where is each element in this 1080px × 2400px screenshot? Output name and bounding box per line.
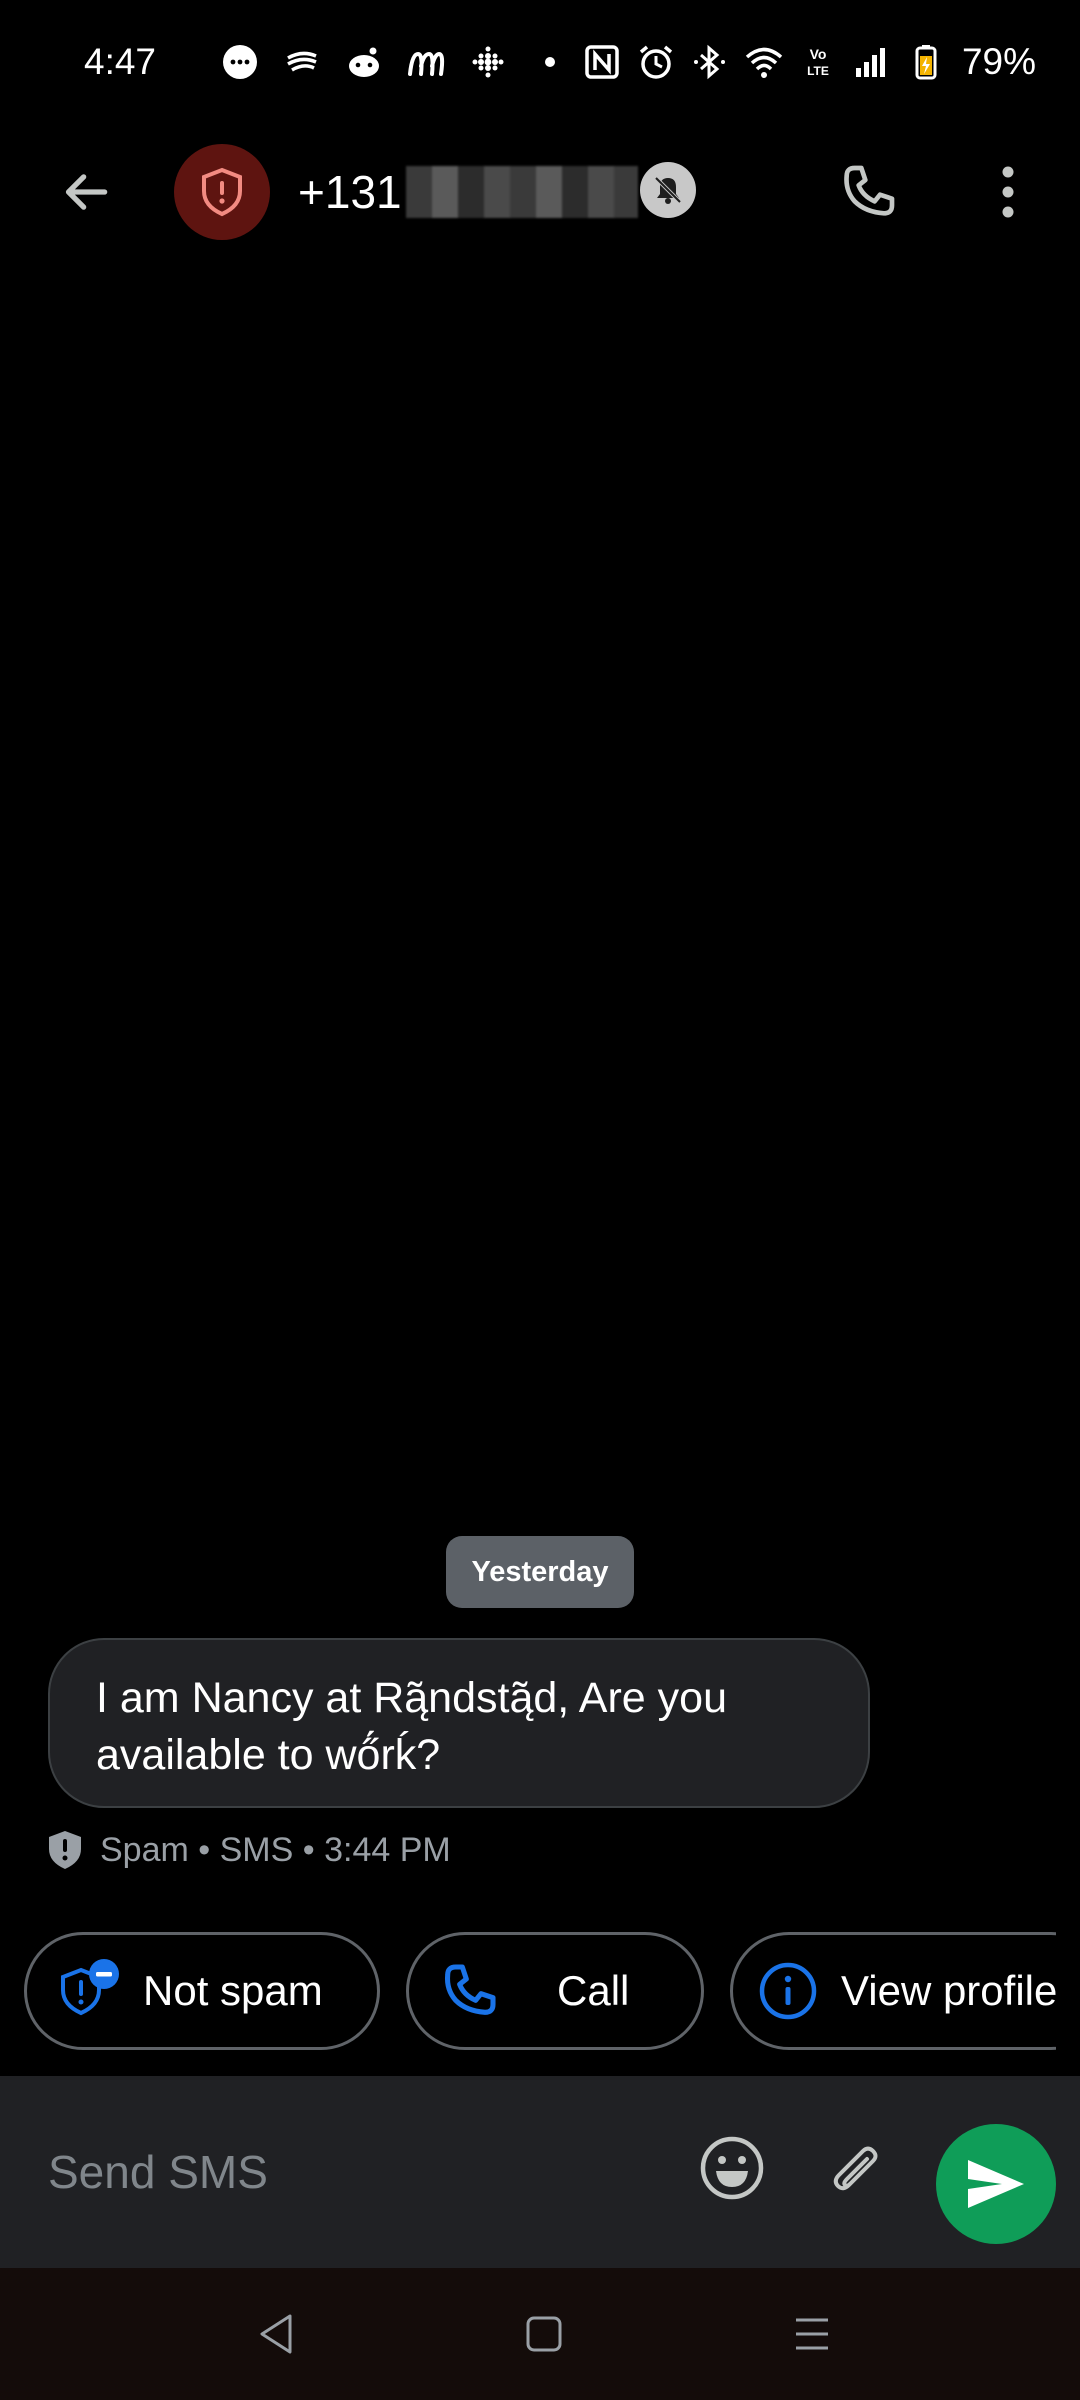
battery-percent: 79% [961,41,1036,82]
not-spam-chip[interactable]: Not spam [24,1932,380,2050]
nav-back-button[interactable] [244,2302,308,2366]
suggestion-chips: Not spam Call View profile [24,1932,1056,2050]
date-separator: Yesterday [446,1536,634,1608]
redacted-area [405,166,638,218]
shield-minus-icon [61,1959,119,2016]
compose-bar [0,2076,1080,2268]
status-right: Vo LTE 79% [582,41,1036,83]
more-vert-icon [1002,166,1014,218]
bluetooth-icon [690,42,730,82]
svg-text:LTE: LTE [807,64,829,78]
system-nav-bar [0,2268,1080,2400]
nav-recents-button[interactable] [780,2302,844,2366]
menu-lines-icon [796,2318,828,2350]
view-profile-chip[interactable]: View profile [730,1932,1056,2050]
volte-icon: Vo LTE [798,42,838,82]
contact-avatar[interactable] [174,144,270,240]
message-meta: Spam • SMS • 3:44 PM [46,1822,451,1878]
message-input[interactable] [48,2132,648,2212]
muted-badge [640,162,696,218]
battery-icon [906,42,946,82]
call-button[interactable] [826,150,910,234]
more-options-button[interactable] [968,150,1048,234]
wifi-icon [744,42,784,82]
back-button[interactable] [48,154,124,230]
status-left: 4:47 [84,41,570,83]
message-bubble[interactable]: I am Nancy at Rą̃ndstą̃d, Are you availa… [48,1638,870,1808]
contact-number-text: +131 [298,166,402,218]
arrow-left-icon [65,174,108,210]
message-meta-text: Spam • SMS • 3:44 PM [100,1830,451,1869]
reddit-icon [344,42,384,82]
shield-alert-icon [202,167,242,217]
signal-icon [852,42,892,82]
send-icon [968,2160,1024,2208]
phone-icon [844,165,895,216]
chat-bubble-icon [220,42,260,82]
emoji-icon [700,2136,764,2200]
wind-icon [282,42,322,82]
nav-home-button[interactable] [512,2302,576,2366]
message-text: I am Nancy at Rą̃ndstą̃d, Are you availa… [96,1674,727,1779]
conversation-header: +131 [0,124,1080,260]
svg-text:Vo: Vo [810,46,827,62]
attach-button[interactable] [816,2130,892,2206]
view-profile-label: View profile [841,1967,1056,2014]
dots-grid-icon [468,42,508,82]
phone-icon [444,1964,496,2015]
triangle-back-icon [260,2314,292,2354]
info-icon [759,1962,817,2020]
call-chip[interactable]: Call [406,1932,704,2050]
contact-number[interactable]: +131 [298,162,638,222]
emoji-button[interactable] [694,2130,770,2206]
dot-icon [530,42,570,82]
call-label: Call [557,1967,630,2014]
square-home-icon [526,2316,562,2352]
send-button[interactable] [936,2124,1056,2244]
paperclip-icon [833,2146,878,2191]
status-time: 4:47 [84,41,157,82]
status-bar: 4:47 Vo LTE 79% [0,0,1080,124]
spam-shield-icon [49,1831,81,1869]
not-spam-label: Not spam [143,1967,323,2014]
nfc-icon [582,42,622,82]
bell-off-icon [654,176,682,204]
m-app-icon [406,42,446,82]
alarm-icon [636,42,676,82]
messages-screen: 4:47 Vo LTE 79% +131 Yesterday I am Nanc… [0,0,1080,2400]
